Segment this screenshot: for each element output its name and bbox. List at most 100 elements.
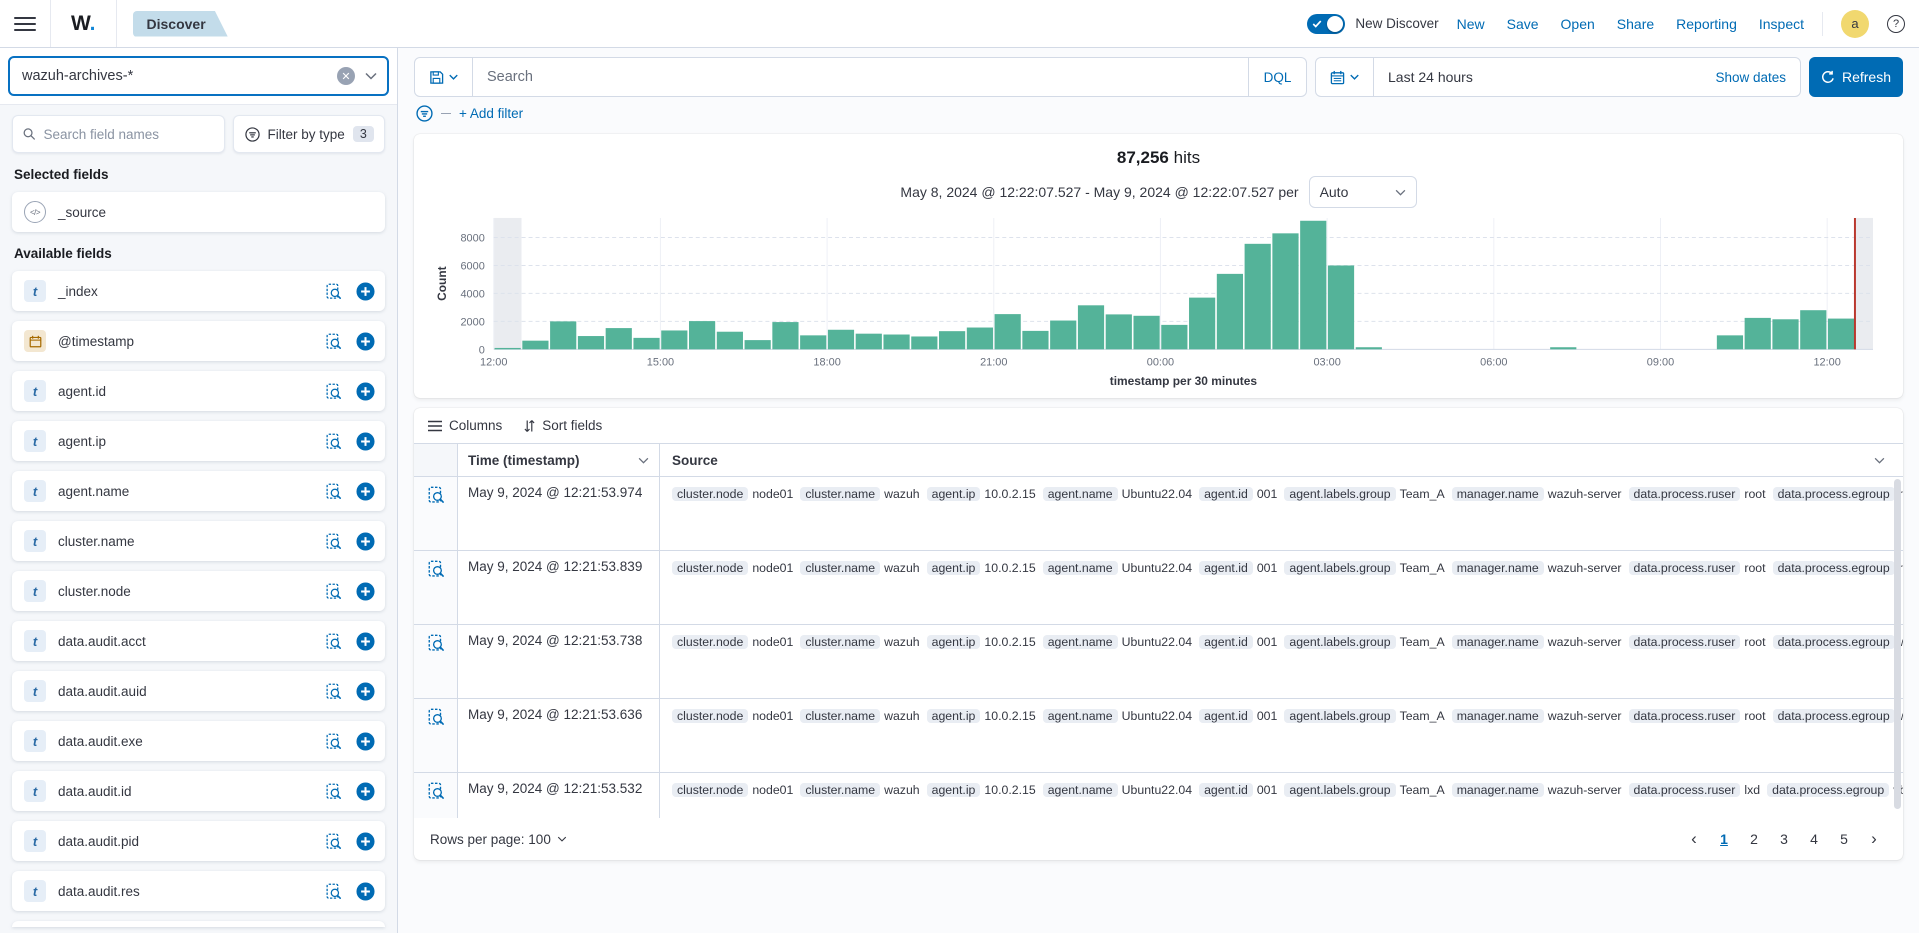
saved-query-menu-button[interactable]	[415, 58, 473, 96]
add-field-icon[interactable]	[356, 532, 375, 551]
add-field-icon[interactable]	[356, 382, 375, 401]
inspect-field-icon[interactable]	[325, 333, 342, 350]
expand-document-icon[interactable]	[427, 634, 445, 652]
add-filter-button[interactable]: + Add filter	[459, 106, 523, 121]
add-field-icon[interactable]	[356, 832, 375, 851]
inspect-field-icon[interactable]	[325, 283, 342, 300]
refresh-button[interactable]: Refresh	[1809, 57, 1903, 97]
expand-document-icon[interactable]	[427, 708, 445, 726]
inspect-field-icon[interactable]	[325, 733, 342, 750]
row-control-cell[interactable]	[414, 551, 458, 624]
page-button-1[interactable]: 1	[1711, 826, 1737, 852]
field-item-dataauditres[interactable]: tdata.audit.res	[12, 871, 385, 911]
expand-document-icon[interactable]	[427, 782, 445, 800]
help-icon[interactable]: ?	[1887, 15, 1905, 33]
header-link-share[interactable]: Share	[1617, 16, 1654, 32]
field-item-agentname[interactable]: tagent.name	[12, 471, 385, 511]
inspect-field-icon[interactable]	[325, 483, 342, 500]
page-button-3[interactable]: 3	[1771, 826, 1797, 852]
filter-by-type-button[interactable]: Filter by type 3	[233, 115, 385, 153]
date-quick-menu-button[interactable]	[1316, 58, 1374, 96]
field-item-index[interactable]: t_index	[12, 271, 385, 311]
app-logo[interactable]: W.	[50, 0, 117, 47]
inspect-field-icon[interactable]	[325, 533, 342, 550]
inspect-field-icon[interactable]	[325, 833, 342, 850]
add-field-icon[interactable]	[356, 432, 375, 451]
field-item-dataauditacct[interactable]: tdata.audit.acct	[12, 621, 385, 661]
field-item-timestamp[interactable]: @timestamp	[12, 321, 385, 361]
field-item-dataauditexe[interactable]: tdata.audit.exe	[12, 721, 385, 761]
page-button-4[interactable]: 4	[1801, 826, 1827, 852]
inspect-field-icon[interactable]	[325, 633, 342, 650]
prev-page-button[interactable]: ‹	[1681, 826, 1707, 852]
add-field-icon[interactable]	[356, 782, 375, 801]
field-badge: cluster.node	[672, 709, 748, 723]
time-column-header[interactable]: Time (timestamp)	[458, 444, 660, 476]
source-column-header[interactable]: Source	[660, 444, 1903, 476]
menu-icon[interactable]	[14, 17, 36, 31]
row-control-cell[interactable]	[414, 699, 458, 772]
new-discover-toggle[interactable]	[1307, 14, 1345, 34]
search-input[interactable]	[487, 69, 1234, 85]
show-dates-button[interactable]: Show dates	[1715, 70, 1800, 85]
add-field-icon[interactable]	[356, 632, 375, 651]
field-item-agentid[interactable]: tagent.id	[12, 371, 385, 411]
inspect-field-icon[interactable]	[325, 883, 342, 900]
inspect-field-icon[interactable]	[325, 383, 342, 400]
header-link-inspect[interactable]: Inspect	[1759, 16, 1804, 32]
index-pattern-select[interactable]: wazuh-archives-* ✕	[8, 56, 389, 96]
svg-text:12:00: 12:00	[1813, 356, 1840, 368]
header-link-open[interactable]: Open	[1561, 16, 1595, 32]
string-type-icon: t	[24, 430, 46, 452]
add-field-icon[interactable]	[356, 582, 375, 601]
interval-select[interactable]: Auto	[1309, 176, 1417, 208]
row-control-cell[interactable]	[414, 625, 458, 698]
available-fields-list: t_index @timestamp tagent.id tagent.ip tagen…	[12, 271, 385, 911]
header-link-new[interactable]: New	[1457, 16, 1485, 32]
header-link-save[interactable]: Save	[1507, 16, 1539, 32]
field-item-dataauditid[interactable]: tdata.audit.id	[12, 771, 385, 811]
field-item-source[interactable]: </>_source	[12, 192, 385, 232]
field-item-clustername[interactable]: tcluster.name	[12, 521, 385, 561]
add-field-icon[interactable]	[356, 682, 375, 701]
inspect-field-icon[interactable]	[325, 583, 342, 600]
time-range-value[interactable]: Last 24 hours	[1374, 69, 1715, 85]
sort-fields-button[interactable]: Sort fields	[524, 418, 602, 433]
table-scrollbar[interactable]	[1894, 479, 1901, 809]
expand-document-icon[interactable]	[427, 560, 445, 578]
add-field-icon[interactable]	[356, 882, 375, 901]
page-button-5[interactable]: 5	[1831, 826, 1857, 852]
date-field-icon	[29, 335, 42, 348]
breadcrumb[interactable]: Discover	[133, 11, 228, 37]
histogram-chart[interactable]: 12:0015:0018:0021:0000:0003:0006:0009:00…	[432, 212, 1885, 396]
field-search-input[interactable]	[12, 115, 225, 153]
global-filter-icon[interactable]	[416, 105, 433, 122]
search-icon	[23, 127, 36, 141]
clear-icon[interactable]: ✕	[337, 67, 355, 85]
add-field-icon[interactable]	[356, 482, 375, 501]
field-item-dataauditpid[interactable]: tdata.audit.pid	[12, 821, 385, 861]
expand-document-icon[interactable]	[427, 486, 445, 504]
field-search-field[interactable]	[44, 127, 215, 142]
string-type-icon: t	[24, 830, 46, 852]
query-language-button[interactable]: DQL	[1248, 58, 1306, 96]
columns-button[interactable]: Columns	[428, 418, 502, 433]
page-button-2[interactable]: 2	[1741, 826, 1767, 852]
field-item-clusternode[interactable]: tcluster.node	[12, 571, 385, 611]
rows-per-page-button[interactable]: Rows per page: 100	[430, 832, 567, 847]
string-type-icon: t	[24, 380, 46, 402]
row-control-cell[interactable]	[414, 773, 458, 818]
inspect-field-icon[interactable]	[325, 683, 342, 700]
next-page-button[interactable]: ›	[1861, 826, 1887, 852]
avatar[interactable]: a	[1841, 10, 1869, 38]
add-field-icon[interactable]	[356, 732, 375, 751]
row-timestamp: May 9, 2024 @ 12:21:53.738	[458, 625, 660, 698]
header-link-reporting[interactable]: Reporting	[1676, 16, 1737, 32]
field-item-agentip[interactable]: tagent.ip	[12, 421, 385, 461]
inspect-field-icon[interactable]	[325, 783, 342, 800]
row-control-cell[interactable]	[414, 477, 458, 550]
add-field-icon[interactable]	[356, 332, 375, 351]
inspect-field-icon[interactable]	[325, 433, 342, 450]
add-field-icon[interactable]	[356, 282, 375, 301]
field-item-dataauditauid[interactable]: tdata.audit.auid	[12, 671, 385, 711]
